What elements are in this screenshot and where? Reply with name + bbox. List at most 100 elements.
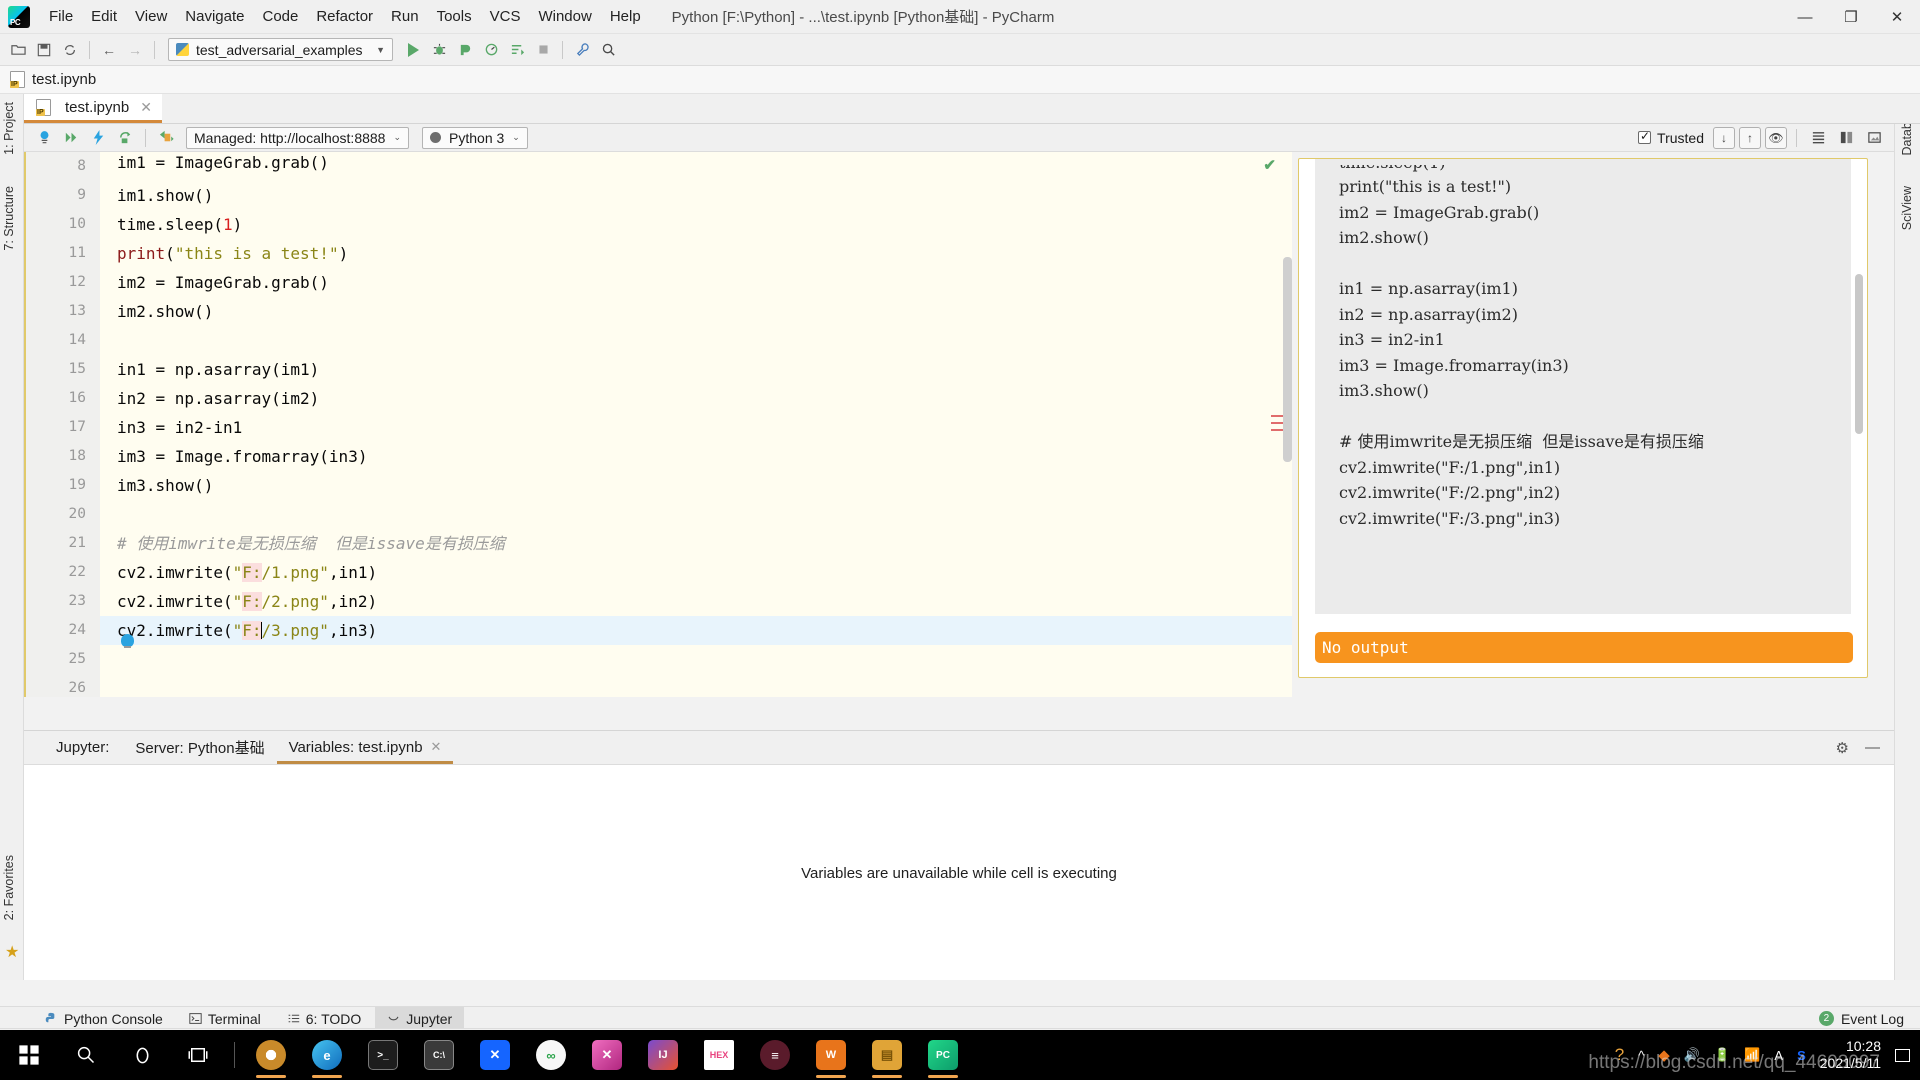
run-configuration-selector[interactable]: test_adversarial_examples ▼ <box>168 38 393 61</box>
forward-arrow-icon[interactable]: → <box>123 38 147 62</box>
breadcrumb-file-name[interactable]: test.ipynb <box>32 71 96 88</box>
menu-view[interactable]: View <box>126 4 176 29</box>
save-icon[interactable] <box>32 38 56 62</box>
editor-scrollbar[interactable] <box>1283 257 1292 462</box>
layout-list-icon[interactable] <box>1806 127 1830 149</box>
tab-test-ipynb[interactable]: test.ipynb ✕ <box>24 94 162 123</box>
taskbar-clock[interactable]: 10:28 2021/5/11 <box>1820 1038 1881 1072</box>
kernel-selector[interactable]: Python 3 ⌄ <box>422 126 528 149</box>
restart-kernel-icon[interactable] <box>113 127 137 149</box>
code-editor[interactable]: 8 9 10 11 12 13 14 15 16 17 18 19 20 21 … <box>24 152 1292 697</box>
intellij-idea-icon[interactable]: IJ <box>635 1030 691 1080</box>
menu-refactor[interactable]: Refactor <box>307 4 382 29</box>
cortana-icon[interactable] <box>114 1030 170 1080</box>
xmind-icon[interactable]: ✕ <box>467 1030 523 1080</box>
back-arrow-icon[interactable]: ← <box>97 38 121 62</box>
sidebar-item-favorites[interactable]: 2: Favorites <box>2 855 16 920</box>
edge-icon[interactable]: e <box>299 1030 355 1080</box>
code-line-active[interactable]: cv2.imwrite("F:/3.png",in3) <box>100 616 1292 645</box>
anaconda-icon[interactable]: ∞ <box>523 1030 579 1080</box>
run-with-coverage-icon[interactable] <box>453 38 477 62</box>
rerun-icon[interactable] <box>505 38 529 62</box>
volume-icon[interactable]: 🔊 <box>1684 1047 1700 1063</box>
code-line[interactable]: cv2.imwrite("F:/1.png",in1) <box>100 558 1292 587</box>
typora-icon[interactable]: ≡ <box>747 1030 803 1080</box>
code-lines[interactable]: im1 = ImageGrab.grab() im1.show() time.s… <box>100 152 1292 697</box>
notebook-cell[interactable]: 8 9 10 11 12 13 14 15 16 17 18 19 20 21 … <box>24 152 1292 697</box>
task-view-icon[interactable] <box>170 1030 226 1080</box>
trusted-checkbox[interactable]: Trusted <box>1638 129 1704 146</box>
stop-icon[interactable] <box>531 38 555 62</box>
wps-icon[interactable]: W <box>803 1030 859 1080</box>
layout-image-icon[interactable] <box>1862 127 1886 149</box>
hex-editor-icon[interactable]: HEX <box>691 1030 747 1080</box>
preview-scrollbar[interactable] <box>1855 274 1863 434</box>
notebook-preview-panel[interactable]: time.sleep(1) print("this is a test!") i… <box>1298 158 1868 678</box>
download-icon[interactable]: ↓ <box>1713 126 1735 149</box>
gear-icon[interactable]: ⚙ <box>1836 739 1849 757</box>
tool-terminal[interactable]: Terminal <box>177 1007 273 1031</box>
windows-start-icon[interactable] <box>0 1030 58 1080</box>
layout-split-icon[interactable] <box>1834 127 1858 149</box>
tool-todo[interactable]: 6: TODO <box>275 1007 374 1031</box>
ime-letter-a-icon[interactable]: A <box>1774 1048 1783 1063</box>
chrome-icon[interactable] <box>243 1030 299 1080</box>
code-line[interactable]: in2 = np.asarray(im2) <box>100 384 1292 413</box>
battery-charging-icon[interactable]: 🔋 <box>1714 1047 1730 1063</box>
code-line[interactable]: in3 = in2-in1 <box>100 413 1292 442</box>
tool-python-console[interactable]: Python Console <box>32 1007 175 1031</box>
maximize-button[interactable]: ❐ <box>1828 0 1874 34</box>
terminal-icon[interactable]: >_ <box>355 1030 411 1080</box>
close-icon[interactable]: ✕ <box>431 739 442 755</box>
menu-help[interactable]: Help <box>601 4 650 29</box>
menu-vcs[interactable]: VCS <box>481 4 530 29</box>
wifi-icon[interactable]: 📶 <box>1744 1047 1760 1063</box>
menu-edit[interactable]: Edit <box>82 4 126 29</box>
sidebar-item-structure[interactable]: 7: Structure <box>2 186 16 251</box>
code-line[interactable]: im1.show() <box>100 181 1292 210</box>
code-line[interactable]: time.sleep(1) <box>100 210 1292 239</box>
upload-arrow-icon[interactable]: ↑ <box>1739 126 1761 149</box>
code-line[interactable]: im2 = ImageGrab.grab() <box>100 268 1292 297</box>
menu-code[interactable]: Code <box>253 4 307 29</box>
notification-center-icon[interactable] <box>1895 1048 1910 1062</box>
search-icon[interactable] <box>58 1030 114 1080</box>
open-folder-icon[interactable] <box>6 38 30 62</box>
menu-tools[interactable]: Tools <box>428 4 481 29</box>
menu-navigate[interactable]: Navigate <box>176 4 253 29</box>
run-cell-icon[interactable] <box>32 127 56 149</box>
run-all-cells-icon[interactable] <box>59 127 83 149</box>
code-line[interactable] <box>100 645 1292 674</box>
code-line[interactable]: im3 = Image.fromarray(in3) <box>100 442 1292 471</box>
wrench-settings-icon[interactable] <box>570 38 594 62</box>
jupyter-server-selector[interactable]: Managed: http://localhost:8888 ⌄ <box>186 126 410 149</box>
code-line[interactable]: print("this is a test!") <box>100 239 1292 268</box>
event-log-label[interactable]: Event Log <box>1841 1011 1904 1027</box>
inspection-ok-check-icon[interactable]: ✔ <box>1263 156 1276 174</box>
sync-icon[interactable] <box>58 38 82 62</box>
code-line[interactable]: cv2.imwrite("F:/2.png",in2) <box>100 587 1292 616</box>
code-line[interactable]: im2.show() <box>100 297 1292 326</box>
menu-window[interactable]: Window <box>529 4 600 29</box>
sidebar-item-project[interactable]: 1: Project <box>2 102 16 155</box>
interrupt-kernel-icon[interactable] <box>86 127 110 149</box>
pycharm-icon[interactable]: PC <box>915 1030 971 1080</box>
code-line[interactable] <box>100 326 1292 355</box>
sidebar-item-sciview[interactable]: SciView <box>1900 186 1914 230</box>
vscode-icon[interactable]: ✕ <box>579 1030 635 1080</box>
tab-server[interactable]: Server: Python基础 <box>123 730 276 766</box>
code-line[interactable] <box>100 674 1292 697</box>
code-line[interactable]: in1 = np.asarray(im1) <box>100 355 1292 384</box>
intention-bulb-icon[interactable] <box>121 634 134 648</box>
code-line[interactable]: im3.show() <box>100 471 1292 500</box>
tab-variables[interactable]: Variables: test.ipynb ✕ <box>276 732 454 764</box>
preview-eye-icon[interactable]: 👁 <box>1765 126 1787 149</box>
minimize-icon[interactable]: — <box>1865 739 1880 756</box>
debug-icon[interactable] <box>427 38 451 62</box>
search-everywhere-icon[interactable] <box>596 38 620 62</box>
close-button[interactable]: ✕ <box>1874 0 1920 34</box>
menu-run[interactable]: Run <box>382 4 428 29</box>
help-question-icon[interactable]: ? <box>1615 1045 1624 1065</box>
code-line[interactable] <box>100 500 1292 529</box>
sogou-input-icon[interactable]: S <box>1797 1048 1806 1063</box>
